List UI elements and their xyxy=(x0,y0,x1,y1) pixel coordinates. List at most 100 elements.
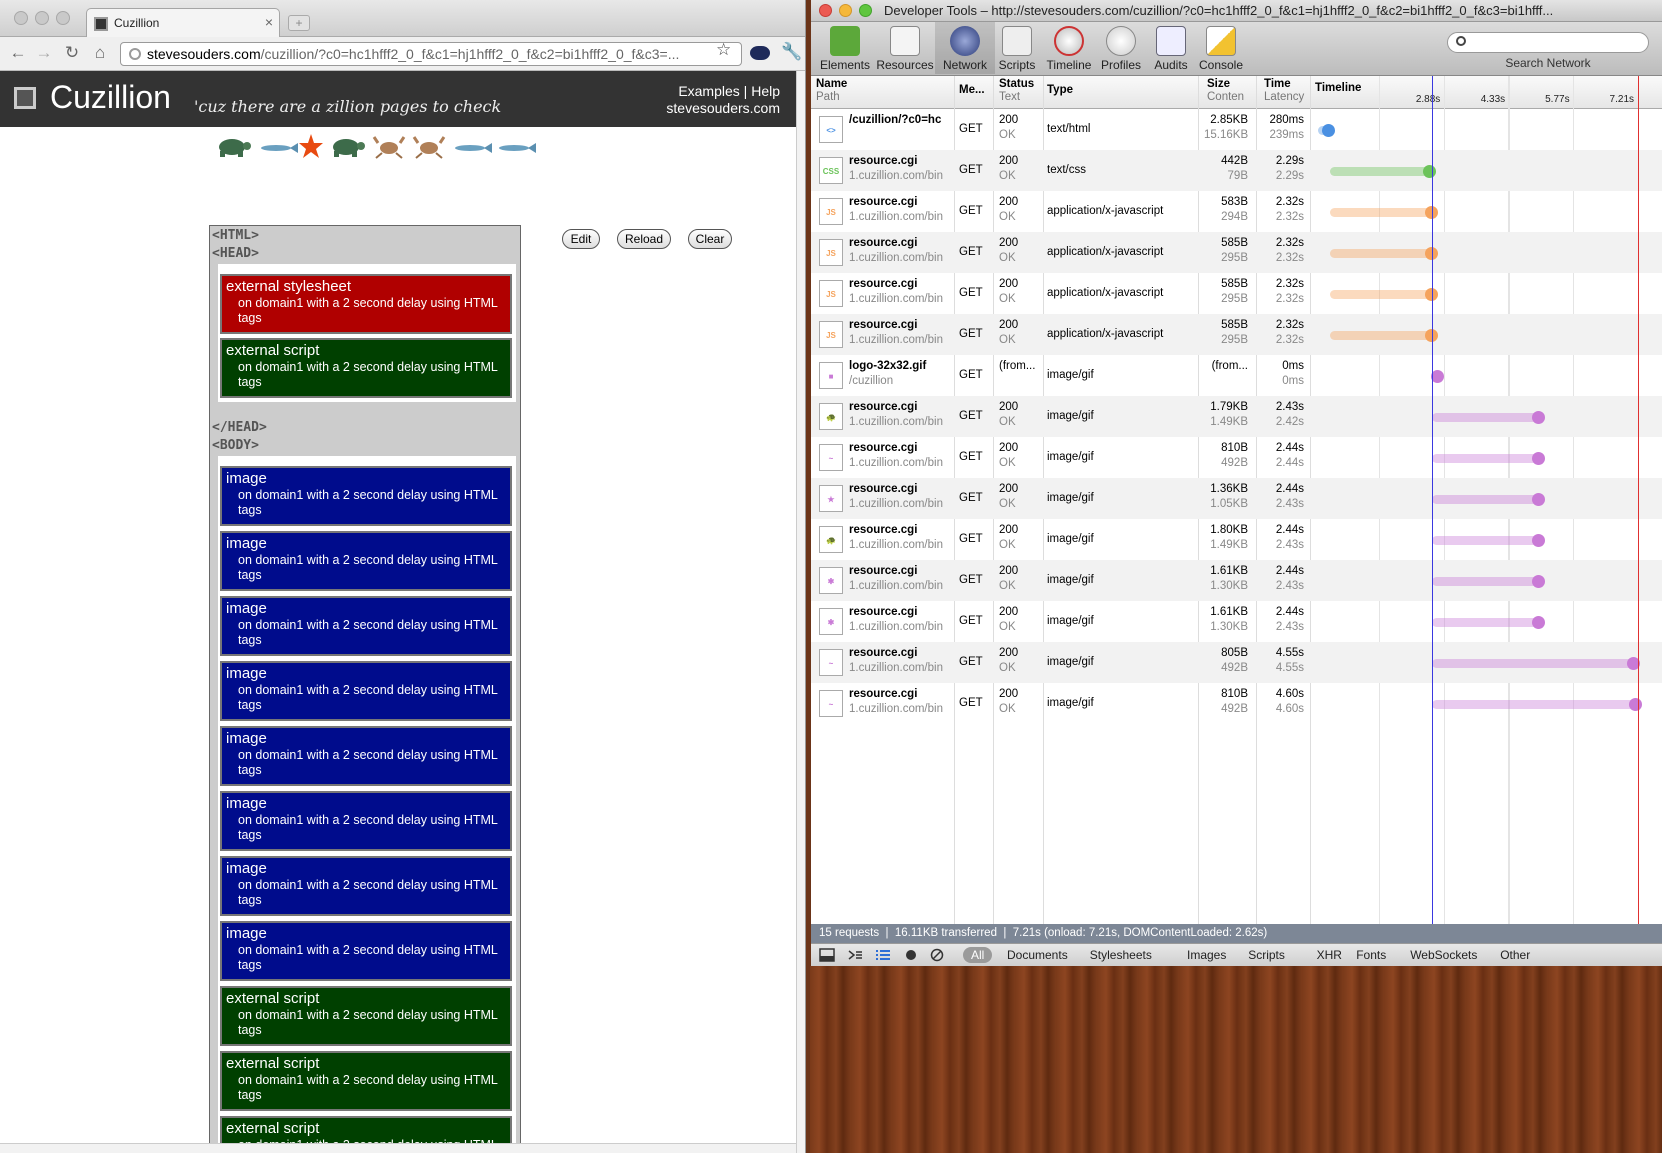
filter-other[interactable]: Other xyxy=(1500,948,1530,962)
col-time-header[interactable]: Time Latency xyxy=(1264,78,1304,104)
address-bar[interactable]: stevesouders.com/cuzillion/?c0=hc1hfff2_… xyxy=(120,42,742,66)
request-row[interactable]: JS resource.cgi 1.cuzillion.com/bin GET 200 O… xyxy=(811,191,1662,232)
filter-images[interactable]: Images xyxy=(1187,948,1226,962)
filter-xhr[interactable]: XHR xyxy=(1317,948,1342,962)
filter-fonts[interactable]: Fonts xyxy=(1356,948,1386,962)
stevesouders-link[interactable]: stevesouders.com xyxy=(666,100,780,116)
zoom-window-button[interactable] xyxy=(56,11,70,25)
new-tab-button[interactable]: + xyxy=(288,15,310,31)
record-icon[interactable] xyxy=(903,948,919,962)
body-block-image[interactable]: image on domain1 with a 2 second delay us… xyxy=(220,726,512,786)
reload-icon[interactable]: ↻ xyxy=(62,42,82,64)
col-status-header[interactable]: Status Text xyxy=(999,78,1034,104)
request-row[interactable]: JS resource.cgi 1.cuzillion.com/bin GET 200 O… xyxy=(811,232,1662,273)
request-name[interactable]: resource.cgi xyxy=(849,606,949,618)
request-name[interactable]: resource.cgi xyxy=(849,565,949,577)
panel-scripts[interactable]: Scripts xyxy=(987,24,1047,72)
request-name[interactable]: resource.cgi xyxy=(849,524,949,536)
timeline-bar[interactable] xyxy=(1432,657,1640,670)
tab-cuzillion[interactable]: Cuzillion × xyxy=(86,8,280,37)
filter-websockets[interactable]: WebSockets xyxy=(1410,948,1477,962)
body-block-image[interactable]: image on domain1 with a 2 second delay us… xyxy=(220,466,512,526)
filter-all[interactable]: All xyxy=(963,947,993,963)
timeline-bar[interactable] xyxy=(1432,493,1546,506)
extension-icon[interactable] xyxy=(750,46,770,60)
body-block-image[interactable]: image on domain1 with a 2 second delay us… xyxy=(220,596,512,656)
timeline-bar[interactable] xyxy=(1432,575,1546,588)
dock-icon[interactable] xyxy=(819,948,835,962)
reload-button[interactable]: Reload xyxy=(617,229,671,249)
request-row[interactable]: ■ logo-32x32.gif/cuzillion GET (from... imag… xyxy=(811,355,1662,396)
large-rows-icon[interactable] xyxy=(875,948,891,962)
head-block-stylesheet[interactable]: external stylesheet on domain1 with a 2 … xyxy=(220,274,512,334)
body-block-image[interactable]: image on domain1 with a 2 second delay us… xyxy=(220,791,512,851)
forward-arrow-icon[interactable]: → xyxy=(34,42,54,64)
request-name[interactable]: resource.cgi xyxy=(849,319,949,331)
panel-network[interactable]: Network xyxy=(935,22,995,74)
request-name[interactable]: resource.cgi xyxy=(849,442,949,454)
clear-log-icon[interactable] xyxy=(929,948,945,962)
request-row[interactable]: 🐢 resource.cgi 1.cuzillion.com/bin GET 200 OK… xyxy=(811,396,1662,437)
timeline-bar[interactable] xyxy=(1430,370,1444,383)
zoom-window-button[interactable] xyxy=(859,4,872,17)
col-method-header[interactable]: Me... xyxy=(959,84,985,97)
request-row[interactable]: ✱ resource.cgi 1.cuzillion.com/bin GET 200 OK… xyxy=(811,560,1662,601)
head-block-script[interactable]: external script on domain1 with a 2 seco… xyxy=(220,338,512,398)
back-arrow-icon[interactable]: ← xyxy=(8,42,28,64)
edit-button[interactable]: Edit xyxy=(562,229,600,249)
vertical-scrollbar[interactable] xyxy=(796,71,805,1153)
help-link[interactable]: Help xyxy=(751,83,780,99)
request-name[interactable]: resource.cgi xyxy=(849,237,949,249)
clear-button[interactable]: Clear xyxy=(688,229,732,249)
request-row[interactable]: JS resource.cgi 1.cuzillion.com/bin GET 200 O… xyxy=(811,314,1662,355)
close-window-button[interactable] xyxy=(819,4,832,17)
request-name[interactable]: resource.cgi xyxy=(849,647,949,659)
horizontal-scrollbar[interactable] xyxy=(0,1143,796,1153)
body-block-image[interactable]: image on domain1 with a 2 second delay us… xyxy=(220,921,512,981)
body-block-image[interactable]: image on domain1 with a 2 second delay us… xyxy=(220,856,512,916)
request-row[interactable]: ~ resource.cgi 1.cuzillion.com/bin GET 200 OK… xyxy=(811,437,1662,478)
body-block-image[interactable]: image on domain1 with a 2 second delay us… xyxy=(220,661,512,721)
minimize-window-button[interactable] xyxy=(839,4,852,17)
timeline-bar[interactable] xyxy=(1432,616,1546,629)
request-row[interactable]: CSS resource.cgi 1.cuzillion.com/bin GET 200… xyxy=(811,150,1662,191)
request-row[interactable]: 🐢 resource.cgi 1.cuzillion.com/bin GET 200 OK… xyxy=(811,519,1662,560)
request-row[interactable]: ★ resource.cgi 1.cuzillion.com/bin GET 200 OK… xyxy=(811,478,1662,519)
body-block-image[interactable]: image on domain1 with a 2 second delay us… xyxy=(220,531,512,591)
filter-stylesheets[interactable]: Stylesheets xyxy=(1090,948,1152,962)
timeline-bar[interactable] xyxy=(1329,329,1438,342)
request-name[interactable]: /cuzillion/?c0=hc xyxy=(849,114,949,126)
request-row[interactable]: ✱ resource.cgi 1.cuzillion.com/bin GET 200 OK… xyxy=(811,601,1662,642)
timeline-bar[interactable] xyxy=(1329,288,1438,301)
console-drawer-icon[interactable] xyxy=(847,948,863,962)
filter-scripts[interactable]: Scripts xyxy=(1248,948,1285,962)
body-block-external-script[interactable]: external scripton domain1 with a 2 secon… xyxy=(220,986,512,1046)
panel-timeline[interactable]: Timeline xyxy=(1039,24,1099,72)
request-name[interactable]: logo-32x32.gif xyxy=(849,360,949,372)
request-row[interactable]: ~ resource.cgi 1.cuzillion.com/bin GET 200 OK… xyxy=(811,683,1662,724)
body-block-external-script[interactable]: external scripton domain1 with a 2 secon… xyxy=(220,1051,512,1111)
col-size-header[interactable]: Size Conten xyxy=(1207,78,1244,104)
request-name[interactable]: resource.cgi xyxy=(849,155,949,167)
search-network-input[interactable] xyxy=(1447,32,1649,53)
home-icon[interactable]: ⌂ xyxy=(90,42,110,64)
timeline-bar[interactable] xyxy=(1329,165,1437,178)
wrench-menu-icon[interactable]: 🔧 xyxy=(781,42,802,62)
tab-close-icon[interactable]: × xyxy=(265,14,273,30)
request-name[interactable]: resource.cgi xyxy=(849,196,949,208)
timeline-bar[interactable] xyxy=(1317,124,1336,137)
timeline-bar[interactable] xyxy=(1432,534,1546,547)
timeline-bar[interactable] xyxy=(1432,698,1642,711)
request-name[interactable]: resource.cgi xyxy=(849,401,949,413)
minimize-window-button[interactable] xyxy=(35,11,49,25)
request-name[interactable]: resource.cgi xyxy=(849,688,949,700)
col-timeline-header[interactable]: Timeline xyxy=(1315,82,1361,95)
timeline-bar[interactable] xyxy=(1329,247,1438,260)
panel-elements[interactable]: Elements xyxy=(815,24,875,72)
filter-documents[interactable]: Documents xyxy=(1007,948,1068,962)
request-row[interactable]: JS resource.cgi 1.cuzillion.com/bin GET 200 O… xyxy=(811,273,1662,314)
panel-resources[interactable]: Resources xyxy=(875,24,935,72)
request-row[interactable]: <> /cuzillion/?c0=hc GET 200 OK text/html 2.85… xyxy=(811,109,1662,150)
panel-console[interactable]: Console xyxy=(1191,24,1251,72)
col-type-header[interactable]: Type xyxy=(1047,84,1073,97)
